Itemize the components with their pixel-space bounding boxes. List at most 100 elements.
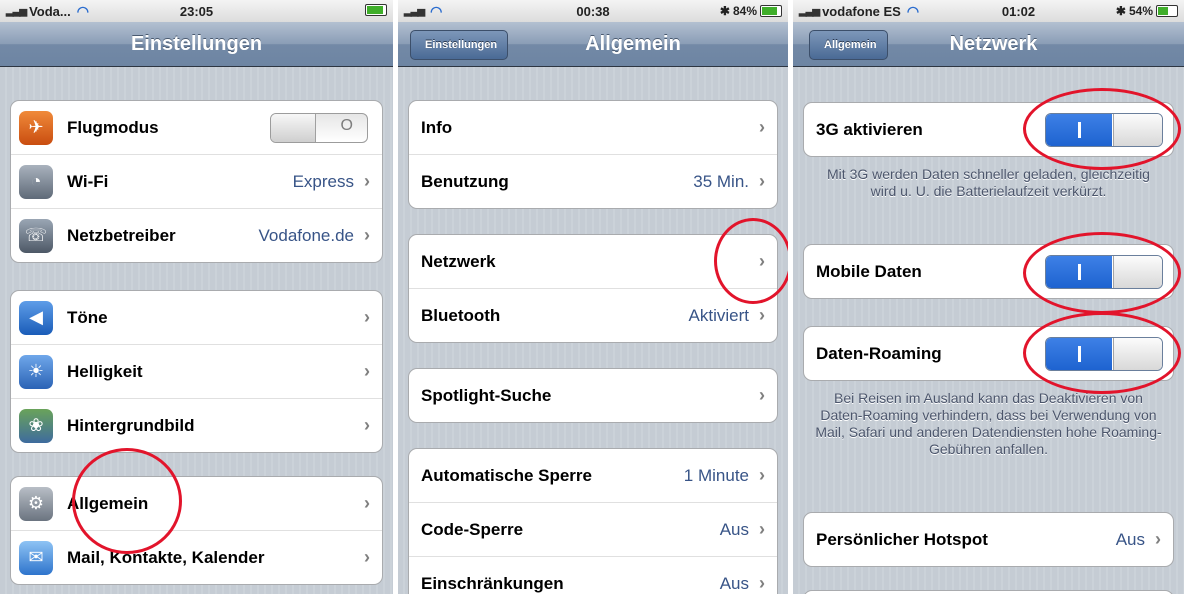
row-label: Automatische Sperre: [421, 465, 592, 485]
chevron-right-icon: ›: [759, 385, 765, 405]
chevron-right-icon: ›: [364, 415, 370, 435]
battery-indicator: ✱ 84%: [720, 4, 782, 18]
row-spotlight[interactable]: Spotlight-Suche ›: [409, 369, 777, 422]
row-value: Aus: [1115, 529, 1145, 549]
settings-group-3: ⚙ Allgemein › ✉ Mail, Kontakte, Kalender…: [10, 476, 383, 585]
battery-icon: [1156, 5, 1178, 17]
row-toene[interactable]: ◀ Töne ›: [11, 291, 382, 344]
row-value: Aus: [719, 573, 749, 593]
row-mobile-data[interactable]: Mobile Daten: [804, 245, 1173, 298]
row-passcode-lock[interactable]: Code-Sperre Aus ›: [409, 502, 777, 556]
signal-icon: ▂▃▅: [799, 5, 820, 17]
row-auto-lock[interactable]: Automatische Sperre 1 Minute ›: [409, 449, 777, 502]
network-group-roaming: Daten-Roaming: [803, 326, 1174, 381]
chevron-right-icon: ›: [759, 171, 765, 191]
battery-indicator: ✱ 54%: [1116, 4, 1178, 18]
row-data-roaming[interactable]: Daten-Roaming: [804, 327, 1173, 380]
row-wifi[interactable]: ◔ Wi-Fi Express ›: [11, 154, 382, 208]
row-label: Benutzung: [421, 171, 509, 191]
3g-footnote: Mit 3G werden Daten schneller geladen, g…: [827, 166, 1150, 199]
general-group-2: Netzwerk › Bluetooth Aktiviert ›: [408, 234, 778, 343]
battery-icon: [760, 5, 782, 17]
bluetooth-icon: ✱: [719, 4, 730, 18]
navigation-bar: Einstellungen Allgemein: [398, 22, 788, 67]
phone-icon: ☏: [19, 218, 53, 253]
settings-group-2: ◀ Töne › ☀ Helligkeit › ❀ Hintergrundbil…: [10, 290, 383, 453]
row-allgemein[interactable]: ⚙ Allgemein ›: [11, 477, 382, 530]
row-hintergrundbild[interactable]: ❀ Hintergrundbild ›: [11, 398, 382, 452]
row-value: 1 Minute: [683, 465, 749, 485]
mobile-data-switch[interactable]: [1045, 254, 1163, 289]
row-3g[interactable]: 3G aktivieren: [804, 103, 1173, 156]
row-label: Bluetooth: [421, 305, 501, 325]
page-title: Einstellungen: [130, 33, 263, 55]
wallpaper-icon: ❀: [19, 408, 53, 443]
speaker-icon: ◀: [19, 300, 53, 335]
airplane-mode-switch[interactable]: O: [270, 112, 368, 143]
network-group-mobile: Mobile Daten: [803, 244, 1174, 299]
wifi-icon: ◔: [19, 164, 53, 199]
data-roaming-switch[interactable]: [1045, 336, 1163, 371]
row-flugmodus[interactable]: ✈ Flugmodus O: [11, 101, 382, 154]
general-screen: ▂▃▅ ◠ 00:38 ✱ 84% Einstellungen Allgemein…: [398, 0, 788, 594]
row-label: Code-Sperre: [421, 519, 524, 539]
row-hotspot[interactable]: Persönlicher Hotspot Aus ›: [804, 513, 1173, 566]
row-value: Vodafone.de: [258, 225, 354, 245]
row-label: Netzwerk: [421, 251, 496, 271]
bluetooth-icon: ✱: [1115, 4, 1126, 18]
row-value: Aus: [719, 519, 749, 539]
general-group-1: Info › Benutzung 35 Min. ›: [408, 100, 778, 209]
chevron-right-icon: ›: [364, 225, 370, 245]
row-label: Allgemein: [67, 493, 149, 513]
chevron-right-icon: ›: [759, 117, 765, 137]
network-group-3g: 3G aktivieren: [803, 102, 1174, 157]
row-info[interactable]: Info ›: [409, 101, 777, 154]
row-label: Daten-Roaming: [816, 343, 942, 363]
row-label: Mobile Daten: [816, 261, 922, 281]
chevron-right-icon: ›: [759, 251, 765, 271]
network-group-next: [803, 590, 1174, 594]
row-label: Hintergrundbild: [67, 415, 195, 435]
row-mail[interactable]: ✉ Mail, Kontakte, Kalender ›: [11, 530, 382, 584]
chevron-right-icon: ›: [364, 307, 370, 327]
row-netzwerk[interactable]: Netzwerk ›: [409, 235, 777, 288]
row-value: 35 Min.: [693, 171, 749, 191]
page-title: Allgemein: [585, 33, 681, 55]
status-bar: ▂▃▅ ◠ 00:38 ✱ 84%: [398, 0, 788, 22]
chevron-right-icon: ›: [1155, 529, 1161, 549]
sun-icon: ☀: [19, 354, 53, 389]
navigation-bar: Einstellungen: [0, 22, 393, 67]
network-group-hotspot: Persönlicher Hotspot Aus ›: [803, 512, 1174, 567]
row-netzbetreiber[interactable]: ☏ Netzbetreiber Vodafone.de ›: [11, 208, 382, 262]
general-group-3: Spotlight-Suche ›: [408, 368, 778, 423]
row-label: Mail, Kontakte, Kalender: [67, 547, 265, 567]
chevron-right-icon: ›: [759, 305, 765, 325]
row-restrictions[interactable]: Einschränkungen Aus ›: [409, 556, 777, 594]
chevron-right-icon: ›: [364, 171, 370, 191]
status-bar: ▂▃▅ vodafone ES ◠ 01:02 ✱ 54%: [793, 0, 1184, 22]
row-value: Express: [292, 171, 354, 191]
row-value: Aktiviert: [688, 305, 749, 325]
general-group-4: Automatische Sperre 1 Minute › Code-Sper…: [408, 448, 778, 594]
screenshot-collage: ▂▃▅ Voda... ◠ 23:05 Einstellungen ✈ Flug…: [0, 0, 1184, 594]
network-screen: ▂▃▅ vodafone ES ◠ 01:02 ✱ 54% Allgemein N…: [793, 0, 1184, 594]
battery-icon: [365, 4, 387, 16]
gear-icon: ⚙: [19, 486, 53, 521]
row-helligkeit[interactable]: ☀ Helligkeit ›: [11, 344, 382, 398]
chevron-right-icon: ›: [364, 493, 370, 513]
row-bluetooth[interactable]: Bluetooth Aktiviert ›: [409, 288, 777, 342]
clock: 23:05: [179, 4, 214, 19]
chevron-right-icon: ›: [364, 361, 370, 381]
row-label: Wi-Fi: [67, 171, 109, 191]
row-label: Netzbetreiber: [67, 225, 176, 245]
row-label: Info: [421, 117, 453, 137]
chevron-right-icon: ›: [364, 547, 370, 567]
settings-screen: ▂▃▅ Voda... ◠ 23:05 Einstellungen ✈ Flug…: [0, 0, 393, 594]
row-benutzung[interactable]: Benutzung 35 Min. ›: [409, 154, 777, 208]
3g-switch[interactable]: [1045, 112, 1163, 147]
battery-indicator: [365, 4, 387, 16]
status-bar: ▂▃▅ Voda... ◠ 23:05: [0, 0, 393, 22]
airplane-icon: ✈: [19, 110, 53, 145]
row-label: Einschränkungen: [421, 573, 564, 593]
navigation-bar: Allgemein Netzwerk: [793, 22, 1184, 67]
